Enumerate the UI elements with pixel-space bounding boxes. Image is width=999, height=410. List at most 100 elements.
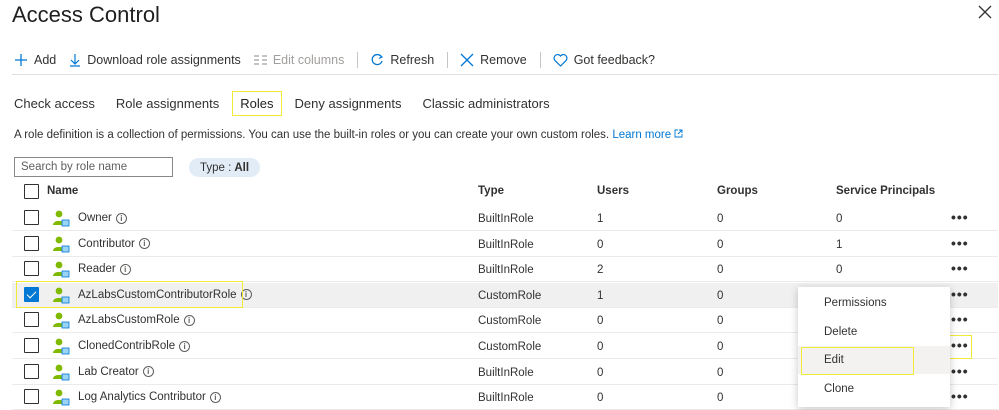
more-actions-icon[interactable]: ••• — [951, 260, 969, 276]
column-header-name[interactable]: Name — [47, 185, 78, 197]
row-checkbox[interactable] — [24, 235, 39, 251]
info-icon[interactable]: i — [142, 366, 154, 378]
remove-label: Remove — [480, 53, 527, 67]
role-users-count: 2 — [597, 264, 604, 277]
role-name[interactable]: AzLabsCustomRole i — [78, 314, 195, 326]
role-users-count: 1 — [597, 213, 604, 225]
info-icon[interactable]: i — [183, 314, 195, 326]
add-button[interactable]: Add — [14, 53, 56, 67]
command-bar: Add Download role assignments Edit colum… — [14, 50, 668, 70]
role-name[interactable]: Contributor i — [78, 238, 150, 250]
tab-strip: Check access Role assignments Roles Deny… — [14, 88, 571, 118]
role-name-text: Contributor — [78, 237, 135, 250]
refresh-icon — [371, 53, 384, 66]
table-header: Name Type Users Groups Service Principal… — [12, 181, 998, 203]
edit-highlight — [801, 347, 914, 375]
feedback-label: Got feedback? — [573, 53, 656, 67]
role-users-count: 0 — [597, 238, 604, 251]
role-icon — [53, 338, 70, 355]
role-name[interactable]: Log Analytics Contributor i — [78, 391, 221, 403]
remove-button[interactable]: Remove — [460, 53, 527, 67]
row-checkbox[interactable] — [24, 261, 39, 277]
menu-item-permissions[interactable]: Permissions — [798, 289, 950, 317]
toolbar-divider — [357, 52, 359, 68]
role-users-count: 0 — [597, 392, 604, 405]
info-icon[interactable]: i — [209, 391, 221, 403]
description: A role definition is a collection of per… — [14, 129, 683, 141]
remove-icon — [460, 53, 474, 67]
role-service-principals-count: 0 — [836, 213, 843, 225]
more-actions-icon[interactable]: ••• — [951, 286, 969, 302]
column-header-users[interactable]: Users — [597, 185, 629, 197]
tab-roles[interactable]: Roles — [232, 90, 282, 116]
role-name-text: AzLabsCustomRole — [78, 314, 180, 327]
menu-item-clone[interactable]: Clone — [798, 375, 950, 403]
role-icon — [53, 364, 70, 380]
row-checkbox[interactable] — [24, 389, 39, 405]
tab-classic-administrators[interactable]: Classic administrators — [422, 92, 549, 115]
more-actions-icon[interactable]: ••• — [951, 235, 969, 251]
download-role-assignments-button[interactable]: Download role assignments — [69, 53, 241, 67]
info-icon[interactable]: i — [179, 340, 191, 352]
role-name[interactable]: Owner i — [78, 212, 127, 224]
role-name-text: ClonedContribRole — [78, 340, 176, 352]
role-name[interactable]: Lab Creator i — [78, 366, 154, 378]
role-service-principals-count: 0 — [836, 264, 843, 277]
select-all-checkbox[interactable] — [24, 184, 39, 199]
role-name-text: Log Analytics Contributor — [78, 391, 206, 404]
tab-check-access[interactable]: Check access — [14, 92, 95, 115]
refresh-button[interactable]: Refresh — [370, 53, 434, 67]
role-icon — [53, 389, 70, 406]
role-icon — [53, 236, 70, 252]
menu-item-delete[interactable]: Delete — [798, 318, 950, 346]
column-header-service-principals[interactable]: Service Principals — [836, 185, 935, 197]
row-checkbox[interactable] — [24, 210, 39, 225]
role-type: BuiltInRole — [478, 213, 534, 225]
download-label: Download role assignments — [87, 53, 241, 67]
learn-more-link[interactable]: Learn more — [612, 129, 683, 141]
row-checkbox[interactable] — [24, 363, 39, 379]
table-row[interactable]: Reader i BuiltInRole 2 0 0 ••• — [12, 257, 998, 283]
more-actions-icon[interactable]: ••• — [951, 311, 969, 327]
role-name[interactable]: ClonedContribRole i — [78, 340, 191, 352]
edit-columns-button[interactable]: Edit columns — [253, 53, 344, 67]
type-filter-label: Type : — [200, 161, 232, 174]
column-header-type[interactable]: Type — [478, 185, 504, 197]
role-groups-count: 0 — [717, 392, 724, 405]
row-checkbox[interactable] — [24, 312, 39, 328]
columns-icon — [253, 55, 267, 65]
role-type: BuiltInRole — [478, 366, 534, 379]
type-filter-value: All — [234, 161, 250, 174]
role-type: CustomRole — [478, 289, 542, 302]
role-type: BuiltInRole — [478, 238, 534, 251]
role-name[interactable]: Reader i — [78, 263, 131, 275]
external-link-icon — [674, 129, 683, 138]
toolbar-divider — [539, 52, 541, 68]
role-groups-count: 0 — [717, 341, 724, 353]
role-icon — [53, 210, 70, 227]
search-input[interactable] — [14, 157, 173, 177]
info-icon[interactable]: i — [115, 212, 127, 224]
type-filter-pill[interactable]: Type : All — [189, 158, 261, 177]
more-actions-icon[interactable]: ••• — [951, 363, 969, 379]
row-checkbox[interactable] — [24, 338, 39, 353]
table-row[interactable]: Owner i BuiltInRole 1 0 0 ••• — [12, 206, 998, 231]
more-actions-icon[interactable]: ••• — [951, 388, 969, 404]
role-users-count: 0 — [597, 366, 604, 379]
info-icon[interactable]: i — [138, 238, 150, 250]
feedback-button[interactable]: Got feedback? — [553, 53, 655, 67]
role-name-text: Owner — [78, 212, 112, 224]
tab-deny-assignments[interactable]: Deny assignments — [295, 92, 402, 115]
more-actions-icon[interactable]: ••• — [951, 209, 969, 225]
info-icon[interactable]: i — [119, 263, 131, 275]
column-header-groups[interactable]: Groups — [717, 185, 758, 197]
context-menu: Permissions Delete Edit Clone — [798, 287, 950, 407]
role-groups-count: 0 — [717, 238, 724, 251]
role-type: BuiltInRole — [478, 264, 534, 277]
role-type: BuiltInRole — [478, 392, 534, 405]
close-icon[interactable] — [977, 4, 993, 20]
table-row[interactable]: Contributor i BuiltInRole 0 0 1 ••• — [12, 232, 998, 257]
role-service-principals-count: 1 — [836, 238, 843, 251]
tab-role-assignments[interactable]: Role assignments — [116, 92, 219, 115]
heart-icon — [553, 53, 568, 67]
